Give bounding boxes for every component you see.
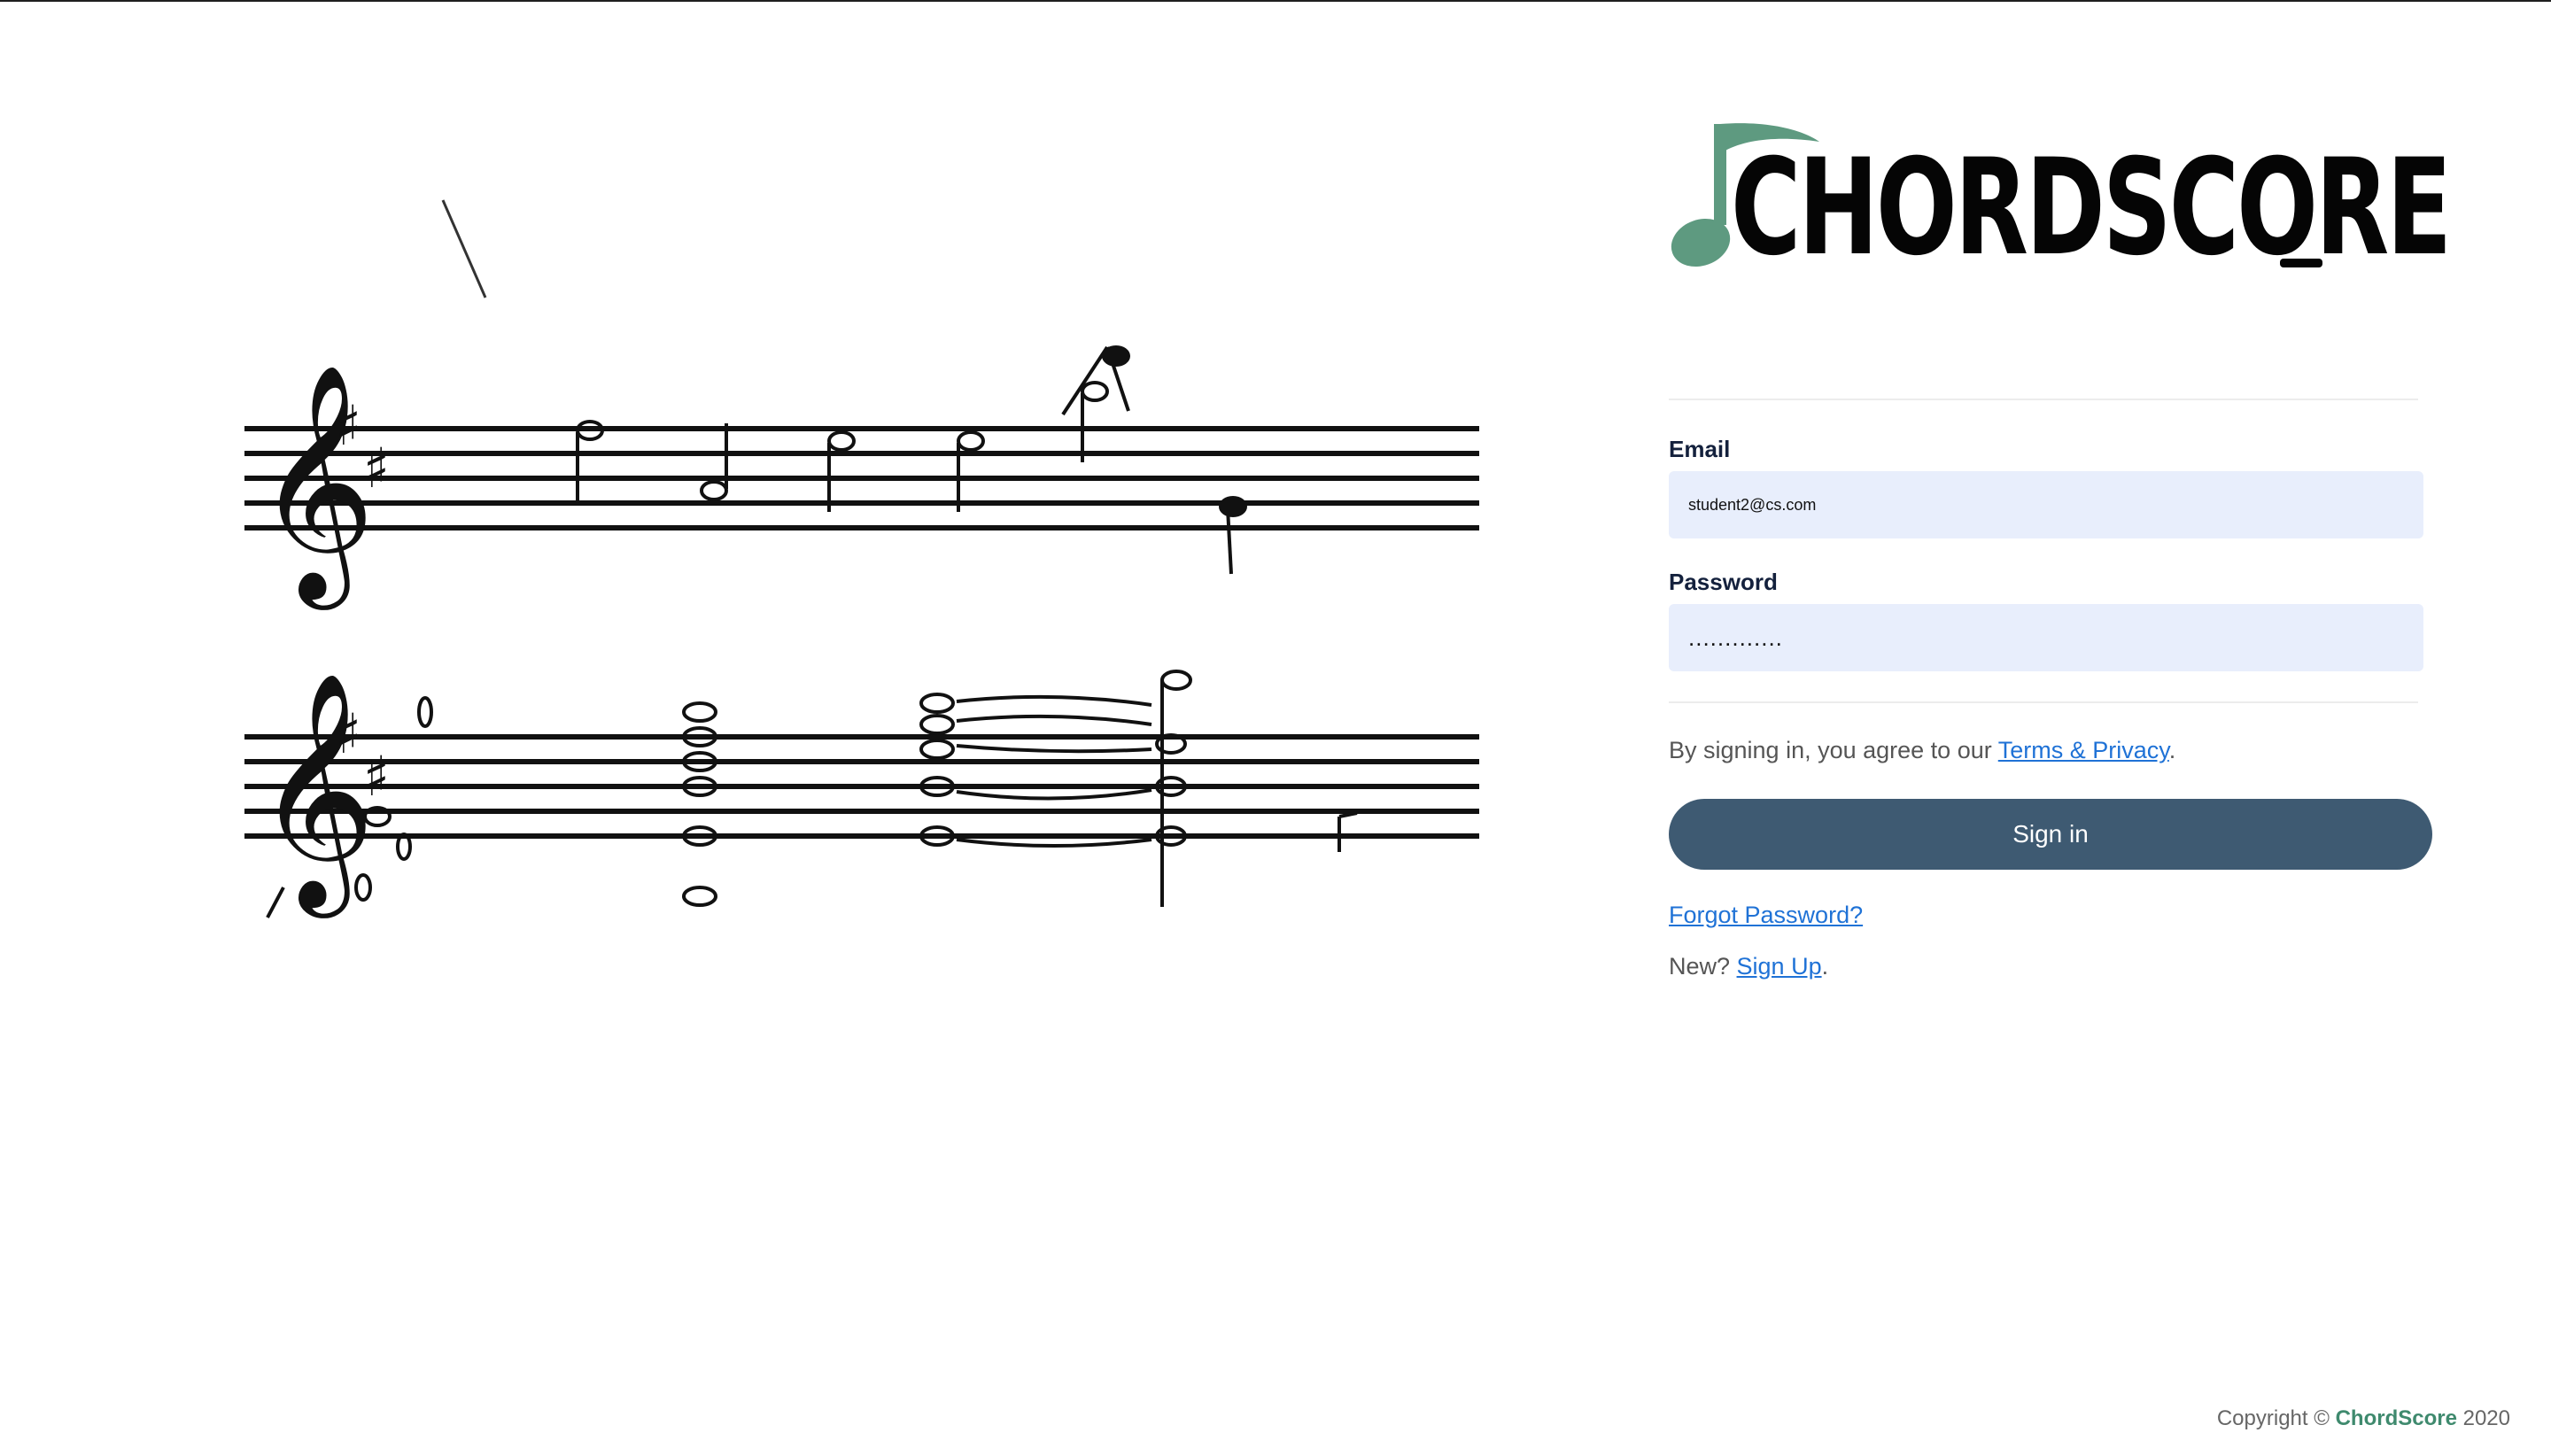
svg-text:♯: ♯: [363, 744, 390, 809]
forgot-password-row: Forgot Password?: [1669, 902, 1863, 929]
signup-suffix: .: [1821, 953, 1829, 980]
footer-copyright: Copyright © ChordScore 2020: [2217, 1406, 2510, 1431]
sign-in-button[interactable]: Sign in: [1669, 799, 2432, 870]
terms-notice: By signing in, you agree to our Terms & …: [1669, 737, 2175, 764]
forgot-password-link[interactable]: Forgot Password?: [1669, 902, 1863, 928]
chordscore-logo: CHORDSCORE: [1669, 117, 2452, 276]
terms-suffix: .: [2168, 737, 2176, 763]
email-field[interactable]: student2@cs.com: [1669, 471, 2423, 538]
password-value: .............: [1688, 623, 1783, 651]
logo-wordmark: CHORDSCORE: [1731, 131, 2452, 285]
signup-prefix: New?: [1669, 953, 1737, 980]
divider-top: [1669, 399, 2418, 400]
sign-up-link[interactable]: Sign Up: [1737, 953, 1822, 980]
divider-bottom: [1669, 701, 2418, 703]
svg-text:♯: ♯: [335, 701, 361, 766]
copyright-brand: ChordScore: [2335, 1406, 2457, 1430]
password-label: Password: [1669, 569, 1778, 595]
copyright-year: 2020: [2456, 1406, 2510, 1430]
sheet-music-illustration: 𝄞 𝄞 ♯ ♯ ♯ ♯: [244, 199, 1479, 918]
terms-prefix: By signing in, you agree to our: [1669, 737, 1998, 763]
copyright-prefix: Copyright ©: [2216, 1406, 2336, 1430]
terms-privacy-link[interactable]: Terms & Privacy: [1998, 737, 2169, 763]
email-label: Email: [1669, 436, 1731, 462]
password-field[interactable]: .............: [1669, 604, 2423, 671]
email-value: student2@cs.com: [1688, 495, 1817, 514]
signup-row: New? Sign Up.: [1669, 953, 1828, 980]
svg-text:♯: ♯: [335, 393, 361, 458]
svg-text:♯: ♯: [363, 436, 390, 500]
